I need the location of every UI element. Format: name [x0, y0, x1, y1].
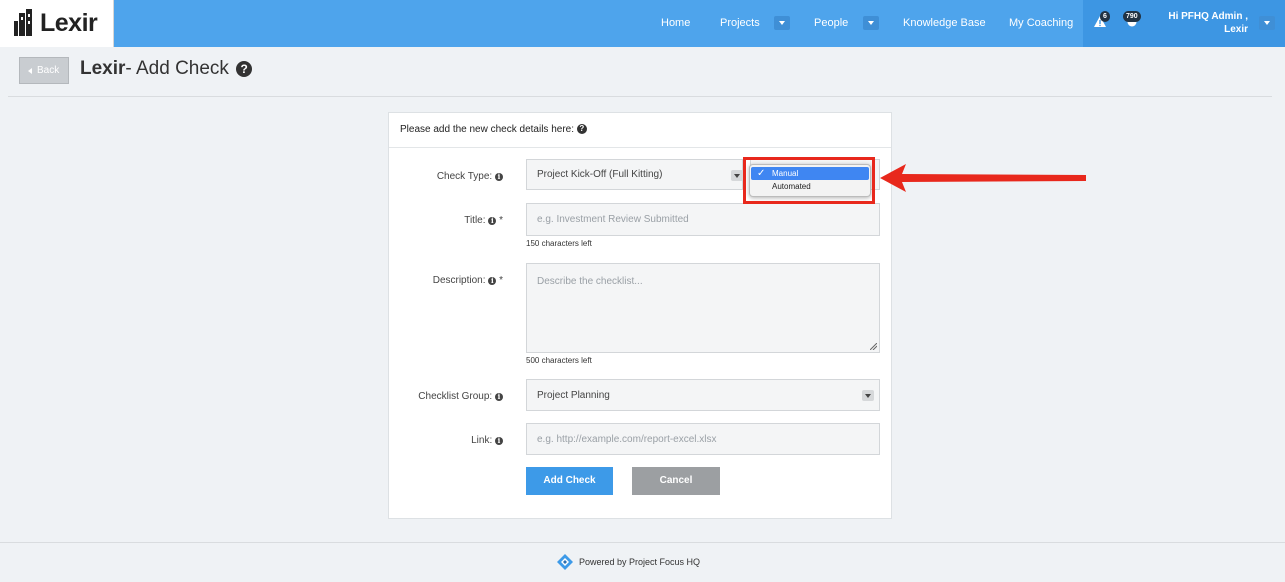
info-icon[interactable]: i: [488, 217, 497, 225]
annotation-arrow-icon: [880, 164, 1086, 192]
alerts-badge: 6: [1100, 11, 1110, 22]
projects-dropdown-icon[interactable]: [774, 16, 790, 30]
checklist-group-label-text: Checklist Group:: [418, 391, 493, 402]
check-type-value: Project Kick-Off (Full Kitting): [537, 169, 663, 180]
help-icon[interactable]: ?: [236, 61, 253, 77]
nav-knowledge-base[interactable]: Knowledge Base: [903, 0, 986, 47]
info-icon[interactable]: i: [495, 437, 503, 445]
nav-people[interactable]: People: [814, 0, 848, 47]
title-placeholder: e.g. Investment Review Submitted: [537, 214, 689, 225]
card-heading-text: Please add the new check details here:: [400, 124, 574, 135]
top-navbar: Lexir Home Projects People Knowledge Bas…: [0, 0, 1285, 47]
nav-projects[interactable]: Projects: [720, 0, 760, 47]
logo[interactable]: Lexir: [0, 0, 114, 47]
page-title-text: - Add Check: [125, 58, 229, 79]
resize-handle-icon[interactable]: [870, 343, 877, 350]
back-button[interactable]: Back: [19, 57, 69, 84]
page-title: Lexir- Add Check ?: [80, 58, 253, 80]
checklist-group-value: Project Planning: [537, 390, 610, 401]
info-icon[interactable]: i: [495, 393, 503, 401]
project-focus-logo-icon: [557, 554, 573, 570]
header-divider: [8, 96, 1272, 97]
user-greeting-org: Lexir: [1224, 24, 1248, 35]
help-icon[interactable]: ?: [576, 124, 587, 134]
user-greeting-name: Hi PFHQ Admin ,: [1168, 11, 1248, 22]
link-label-text: Link:: [471, 435, 493, 446]
user-greeting[interactable]: Hi PFHQ Admin , Lexir: [1168, 10, 1248, 36]
link-input[interactable]: e.g. http://example.com/report-excel.xls…: [526, 423, 880, 455]
card-heading: Please add the new check details here: ?: [389, 113, 891, 148]
logo-text: Lexir: [40, 9, 98, 37]
check-type-select[interactable]: Project Kick-Off (Full Kitting): [526, 159, 743, 190]
footer-text: Powered by Project Focus HQ: [579, 557, 701, 567]
chevron-down-icon: [862, 390, 874, 401]
nav-my-coaching[interactable]: My Coaching: [1009, 0, 1073, 47]
check-type-label-text: Check Type:: [436, 171, 493, 182]
required-marker: *: [499, 275, 503, 286]
description-label: Description: i *: [410, 275, 503, 286]
cancel-button[interactable]: Cancel: [632, 467, 720, 495]
required-marker: *: [499, 215, 503, 226]
title-input[interactable]: e.g. Investment Review Submitted: [526, 203, 880, 236]
info-icon[interactable]: i: [495, 173, 503, 181]
footer-divider: [0, 542, 1285, 543]
annotation-highlight-box: [743, 157, 875, 204]
title-chars-left: 150 characters left: [526, 239, 592, 248]
add-check-button[interactable]: Add Check: [526, 467, 613, 495]
checklist-group-label: Checklist Group: i: [400, 391, 503, 402]
building-logo-icon: [14, 9, 32, 36]
chevron-down-icon: [731, 170, 743, 181]
checklist-group-select[interactable]: Project Planning: [526, 379, 880, 411]
description-label-text: Description:: [432, 275, 486, 286]
link-placeholder: e.g. http://example.com/report-excel.xls…: [537, 434, 717, 445]
title-label: Title: i *: [420, 215, 503, 226]
description-chars-left: 500 characters left: [526, 356, 592, 365]
nav-home[interactable]: Home: [661, 0, 690, 47]
title-label-text: Title:: [464, 215, 486, 226]
info-icon[interactable]: i: [488, 277, 497, 285]
link-label: Link: i: [440, 435, 503, 446]
page-title-brand: Lexir: [80, 58, 126, 79]
description-textarea[interactable]: Describe the checklist...: [526, 263, 880, 353]
check-type-label: Check Type: i: [420, 171, 503, 182]
points-badge: 790: [1123, 11, 1141, 22]
user-menu-dropdown-icon[interactable]: [1259, 16, 1275, 30]
people-dropdown-icon[interactable]: [863, 16, 879, 30]
description-placeholder: Describe the checklist...: [537, 276, 643, 287]
